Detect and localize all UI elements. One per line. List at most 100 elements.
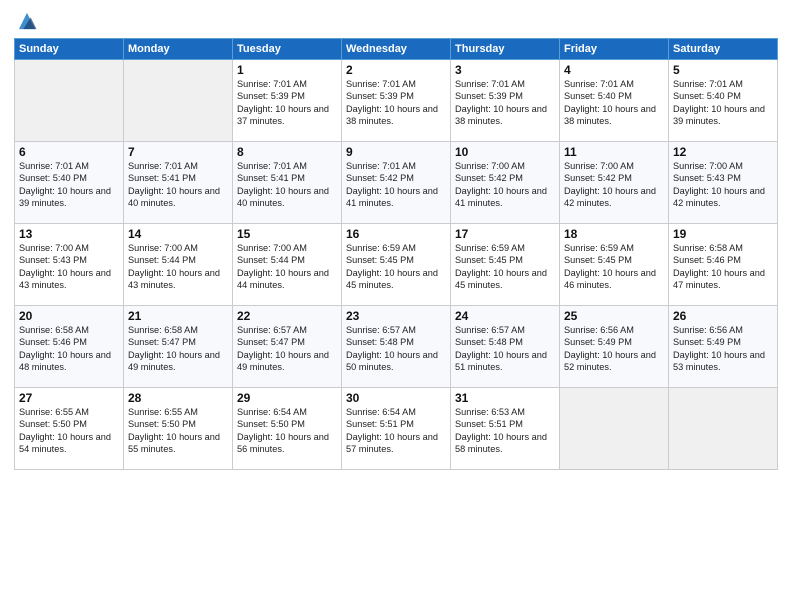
day-number: 31 — [455, 391, 555, 405]
day-cell: 21 Sunrise: 6:58 AMSunset: 5:47 PMDaylig… — [124, 306, 233, 388]
day-number: 21 — [128, 309, 228, 323]
day-number: 11 — [564, 145, 664, 159]
day-cell: 12 Sunrise: 7:00 AMSunset: 5:43 PMDaylig… — [669, 142, 778, 224]
week-row-1: 1 Sunrise: 7:01 AMSunset: 5:39 PMDayligh… — [15, 60, 778, 142]
day-info: Sunrise: 6:57 AMSunset: 5:48 PMDaylight:… — [346, 324, 446, 374]
day-info: Sunrise: 7:00 AMSunset: 5:43 PMDaylight:… — [673, 160, 773, 210]
col-header-saturday: Saturday — [669, 39, 778, 60]
day-cell: 24 Sunrise: 6:57 AMSunset: 5:48 PMDaylig… — [451, 306, 560, 388]
day-number: 15 — [237, 227, 337, 241]
day-number: 19 — [673, 227, 773, 241]
day-cell: 18 Sunrise: 6:59 AMSunset: 5:45 PMDaylig… — [560, 224, 669, 306]
day-number: 28 — [128, 391, 228, 405]
day-number: 16 — [346, 227, 446, 241]
day-number: 24 — [455, 309, 555, 323]
page: SundayMondayTuesdayWednesdayThursdayFrid… — [0, 0, 792, 612]
week-row-5: 27 Sunrise: 6:55 AMSunset: 5:50 PMDaylig… — [15, 388, 778, 470]
day-number: 14 — [128, 227, 228, 241]
day-info: Sunrise: 6:56 AMSunset: 5:49 PMDaylight:… — [673, 324, 773, 374]
day-info: Sunrise: 7:00 AMSunset: 5:43 PMDaylight:… — [19, 242, 119, 292]
day-cell: 14 Sunrise: 7:00 AMSunset: 5:44 PMDaylig… — [124, 224, 233, 306]
day-number: 7 — [128, 145, 228, 159]
day-cell: 26 Sunrise: 6:56 AMSunset: 5:49 PMDaylig… — [669, 306, 778, 388]
day-info: Sunrise: 6:58 AMSunset: 5:46 PMDaylight:… — [673, 242, 773, 292]
day-number: 9 — [346, 145, 446, 159]
day-info: Sunrise: 6:57 AMSunset: 5:47 PMDaylight:… — [237, 324, 337, 374]
header-row: SundayMondayTuesdayWednesdayThursdayFrid… — [15, 39, 778, 60]
day-number: 13 — [19, 227, 119, 241]
day-info: Sunrise: 6:58 AMSunset: 5:46 PMDaylight:… — [19, 324, 119, 374]
day-number: 30 — [346, 391, 446, 405]
day-cell — [560, 388, 669, 470]
day-cell: 4 Sunrise: 7:01 AMSunset: 5:40 PMDayligh… — [560, 60, 669, 142]
day-number: 25 — [564, 309, 664, 323]
day-cell: 7 Sunrise: 7:01 AMSunset: 5:41 PMDayligh… — [124, 142, 233, 224]
day-cell: 27 Sunrise: 6:55 AMSunset: 5:50 PMDaylig… — [15, 388, 124, 470]
day-cell: 20 Sunrise: 6:58 AMSunset: 5:46 PMDaylig… — [15, 306, 124, 388]
day-info: Sunrise: 7:01 AMSunset: 5:40 PMDaylight:… — [19, 160, 119, 210]
day-cell — [15, 60, 124, 142]
day-info: Sunrise: 7:01 AMSunset: 5:42 PMDaylight:… — [346, 160, 446, 210]
day-cell: 10 Sunrise: 7:00 AMSunset: 5:42 PMDaylig… — [451, 142, 560, 224]
day-info: Sunrise: 7:00 AMSunset: 5:42 PMDaylight:… — [564, 160, 664, 210]
day-info: Sunrise: 6:55 AMSunset: 5:50 PMDaylight:… — [128, 406, 228, 456]
day-cell: 8 Sunrise: 7:01 AMSunset: 5:41 PMDayligh… — [233, 142, 342, 224]
day-cell: 15 Sunrise: 7:00 AMSunset: 5:44 PMDaylig… — [233, 224, 342, 306]
day-cell: 11 Sunrise: 7:00 AMSunset: 5:42 PMDaylig… — [560, 142, 669, 224]
day-cell: 19 Sunrise: 6:58 AMSunset: 5:46 PMDaylig… — [669, 224, 778, 306]
day-number: 1 — [237, 63, 337, 77]
day-number: 29 — [237, 391, 337, 405]
day-cell: 28 Sunrise: 6:55 AMSunset: 5:50 PMDaylig… — [124, 388, 233, 470]
day-number: 8 — [237, 145, 337, 159]
day-info: Sunrise: 6:59 AMSunset: 5:45 PMDaylight:… — [455, 242, 555, 292]
day-info: Sunrise: 7:00 AMSunset: 5:44 PMDaylight:… — [237, 242, 337, 292]
day-info: Sunrise: 7:01 AMSunset: 5:39 PMDaylight:… — [455, 78, 555, 128]
day-info: Sunrise: 6:59 AMSunset: 5:45 PMDaylight:… — [346, 242, 446, 292]
col-header-friday: Friday — [560, 39, 669, 60]
week-row-3: 13 Sunrise: 7:00 AMSunset: 5:43 PMDaylig… — [15, 224, 778, 306]
day-number: 17 — [455, 227, 555, 241]
week-row-2: 6 Sunrise: 7:01 AMSunset: 5:40 PMDayligh… — [15, 142, 778, 224]
day-info: Sunrise: 6:54 AMSunset: 5:51 PMDaylight:… — [346, 406, 446, 456]
day-cell — [669, 388, 778, 470]
day-number: 3 — [455, 63, 555, 77]
day-info: Sunrise: 7:01 AMSunset: 5:41 PMDaylight:… — [128, 160, 228, 210]
day-number: 12 — [673, 145, 773, 159]
day-cell: 13 Sunrise: 7:00 AMSunset: 5:43 PMDaylig… — [15, 224, 124, 306]
day-cell: 3 Sunrise: 7:01 AMSunset: 5:39 PMDayligh… — [451, 60, 560, 142]
day-info: Sunrise: 7:00 AMSunset: 5:44 PMDaylight:… — [128, 242, 228, 292]
day-cell: 16 Sunrise: 6:59 AMSunset: 5:45 PMDaylig… — [342, 224, 451, 306]
day-cell: 22 Sunrise: 6:57 AMSunset: 5:47 PMDaylig… — [233, 306, 342, 388]
day-number: 6 — [19, 145, 119, 159]
day-cell — [124, 60, 233, 142]
day-number: 27 — [19, 391, 119, 405]
calendar-table: SundayMondayTuesdayWednesdayThursdayFrid… — [14, 38, 778, 470]
day-info: Sunrise: 6:56 AMSunset: 5:49 PMDaylight:… — [564, 324, 664, 374]
day-cell: 30 Sunrise: 6:54 AMSunset: 5:51 PMDaylig… — [342, 388, 451, 470]
day-cell: 17 Sunrise: 6:59 AMSunset: 5:45 PMDaylig… — [451, 224, 560, 306]
day-number: 22 — [237, 309, 337, 323]
day-cell: 2 Sunrise: 7:01 AMSunset: 5:39 PMDayligh… — [342, 60, 451, 142]
day-info: Sunrise: 7:01 AMSunset: 5:39 PMDaylight:… — [237, 78, 337, 128]
day-number: 5 — [673, 63, 773, 77]
day-cell: 31 Sunrise: 6:53 AMSunset: 5:51 PMDaylig… — [451, 388, 560, 470]
day-info: Sunrise: 6:55 AMSunset: 5:50 PMDaylight:… — [19, 406, 119, 456]
logo — [14, 10, 38, 32]
day-number: 4 — [564, 63, 664, 77]
day-info: Sunrise: 6:58 AMSunset: 5:47 PMDaylight:… — [128, 324, 228, 374]
day-info: Sunrise: 7:01 AMSunset: 5:41 PMDaylight:… — [237, 160, 337, 210]
col-header-wednesday: Wednesday — [342, 39, 451, 60]
day-cell: 5 Sunrise: 7:01 AMSunset: 5:40 PMDayligh… — [669, 60, 778, 142]
day-info: Sunrise: 6:59 AMSunset: 5:45 PMDaylight:… — [564, 242, 664, 292]
day-number: 10 — [455, 145, 555, 159]
day-number: 26 — [673, 309, 773, 323]
day-number: 2 — [346, 63, 446, 77]
day-info: Sunrise: 7:01 AMSunset: 5:39 PMDaylight:… — [346, 78, 446, 128]
day-info: Sunrise: 7:01 AMSunset: 5:40 PMDaylight:… — [673, 78, 773, 128]
day-cell: 9 Sunrise: 7:01 AMSunset: 5:42 PMDayligh… — [342, 142, 451, 224]
day-cell: 29 Sunrise: 6:54 AMSunset: 5:50 PMDaylig… — [233, 388, 342, 470]
day-info: Sunrise: 7:00 AMSunset: 5:42 PMDaylight:… — [455, 160, 555, 210]
logo-icon — [16, 10, 38, 32]
day-cell: 23 Sunrise: 6:57 AMSunset: 5:48 PMDaylig… — [342, 306, 451, 388]
day-number: 23 — [346, 309, 446, 323]
